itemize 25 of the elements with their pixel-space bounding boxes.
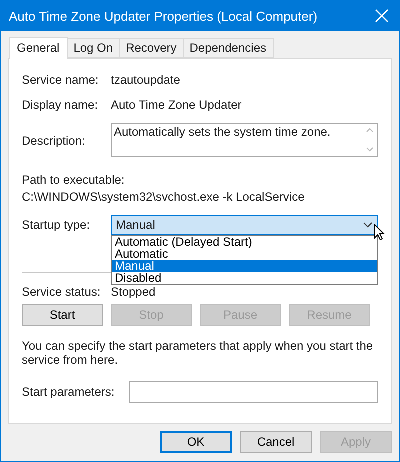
field-value: Auto Time Zone Updater [111,98,242,112]
tab[interactable]: General [9,37,68,59]
status-value: Stopped [111,285,156,299]
description-field[interactable]: Automatically sets the system time zone. [111,123,378,157]
tab[interactable]: Dependencies [182,38,274,58]
dialog-button[interactable]: Cancel [240,431,312,453]
path-value: C:\WINDOWS\system32\svchost.exe -k LocalService [22,190,306,204]
tab[interactable]: Recovery [119,38,184,58]
field-label: Service status: [22,285,102,299]
field-label: Path to executable: [22,173,126,187]
field-label: Service name: [22,73,100,87]
field-value: tzautoupdate [111,73,180,87]
tab[interactable]: Log On [66,38,120,58]
window-title: Auto Time Zone Updater Properties (Local Computer) [9,8,318,24]
field-label: Display name: [22,98,100,112]
close-icon[interactable] [375,9,389,23]
field-label: Start parameters: [22,385,116,399]
dropdown-option[interactable]: Manual [112,260,377,272]
start-parameters-field[interactable] [129,381,378,403]
caret-icon [363,222,373,228]
service-button[interactable]: Start [22,304,103,326]
field-label: Description: [22,133,86,148]
dialog-button[interactable]: OK [160,431,232,453]
help-text: You can specify the start parameters that apply when you start the service from here. [22,339,374,367]
field-label: Startup type: [22,218,92,232]
